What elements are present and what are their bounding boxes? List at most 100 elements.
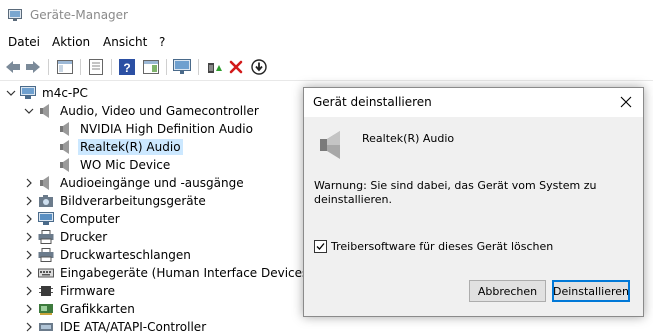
speaker-icon: [38, 176, 54, 190]
tree-item-label: IDE ATA/ATAPI-Controller: [60, 320, 207, 334]
scan-hardware-button[interactable]: [173, 58, 191, 76]
tree-item-printers[interactable]: Drucker: [22, 228, 109, 246]
dialog-warning-text: Warnung: Sie sind dabei, das Gerät vom S…: [314, 179, 597, 206]
chevron-right-icon[interactable]: [22, 320, 36, 334]
speaker-icon: [320, 131, 340, 159]
tree-item-label: NVIDIA High Definition Audio: [80, 122, 253, 136]
toolbar-separator: [48, 59, 49, 75]
download-icon: [251, 59, 267, 75]
properties-button[interactable]: [87, 58, 105, 76]
svg-text:?: ?: [123, 61, 130, 75]
chevron-right-icon[interactable]: [22, 302, 36, 316]
tree-item-label: Drucker: [60, 230, 108, 244]
uninstall-dialog: Gerät deinstallieren Realtek(R) Audio Wa…: [303, 87, 644, 317]
speaker-icon: [38, 104, 54, 118]
camera-icon: [38, 194, 54, 208]
download-button[interactable]: [250, 58, 268, 76]
tree-item-firmware[interactable]: Firmware: [22, 282, 117, 300]
toolbar: ?: [0, 54, 653, 80]
chevron-right-icon[interactable]: [22, 230, 36, 244]
monitor-icon: [38, 212, 54, 226]
device-manager-app-icon: [8, 9, 22, 21]
forward-button[interactable]: [24, 58, 42, 76]
show-hide-tree-button[interactable]: [56, 58, 74, 76]
tree-item-graphics[interactable]: Grafikkarten: [22, 300, 137, 318]
view-icon: [143, 60, 159, 74]
menu-bar: Datei Aktion Ansicht ?: [0, 32, 653, 52]
window-titlebar: Geräte-Manager: [0, 0, 653, 32]
tree-item-print-queues[interactable]: Druckwarteschlangen: [22, 246, 193, 264]
back-icon: [6, 61, 20, 73]
printer-icon: [38, 248, 54, 262]
tree-item-ide[interactable]: IDE ATA/ATAPI-Controller: [22, 318, 208, 336]
computer-icon: [20, 86, 36, 100]
update-driver-icon: [208, 63, 222, 73]
chevron-right-icon[interactable]: [22, 212, 36, 226]
tree-item-imaging[interactable]: Bildverarbeitungsgeräte: [22, 192, 208, 210]
printer-icon: [38, 230, 54, 244]
forward-icon: [26, 61, 40, 73]
tree-item-label: Computer: [60, 212, 120, 226]
window-title: Geräte-Manager: [30, 8, 128, 22]
ide-controller-icon: [38, 320, 54, 334]
menu-aktion[interactable]: Aktion: [52, 35, 90, 49]
chevron-right-icon[interactable]: [22, 284, 36, 298]
properties-icon: [89, 59, 103, 75]
display-adapter-icon: [38, 302, 54, 316]
chevron-down-icon[interactable]: [4, 86, 18, 100]
tree-item-label: Bildverarbeitungsgeräte: [60, 194, 206, 208]
help-icon: ?: [119, 59, 135, 75]
speaker-icon: [58, 122, 74, 136]
tree-child-realtek[interactable]: Realtek(R) Audio: [58, 138, 183, 156]
menu-datei[interactable]: Datei: [8, 35, 40, 49]
toolbar-divider: [0, 80, 653, 81]
uninstall-button[interactable]: [227, 58, 245, 76]
tree-root[interactable]: m4c-PC: [4, 84, 90, 102]
tree-item-label: WO Mic Device: [80, 158, 171, 172]
toolbar-separator: [166, 59, 167, 75]
back-button[interactable]: [4, 58, 22, 76]
checkmark-icon: [316, 243, 325, 250]
tree-item-hid[interactable]: Eingabegeräte (Human Interface Devices): [22, 264, 315, 282]
uninstall-icon: [229, 60, 243, 74]
tree-item-audio-io[interactable]: Audioeingänge und -ausgänge: [22, 174, 246, 192]
tree-item-label: Audioeingänge und -ausgänge: [60, 176, 244, 190]
chevron-right-icon[interactable]: [22, 266, 36, 280]
action-view-button[interactable]: [142, 58, 160, 76]
tree-item-computer[interactable]: Computer: [22, 210, 122, 228]
delete-driver-checkbox-label: Treibersoftware für dieses Gerät löschen: [331, 240, 554, 253]
tree-item-label: Audio, Video und Gamecontroller: [60, 104, 259, 118]
scan-hardware-icon: [173, 59, 191, 74]
tree-item-label: Firmware: [60, 284, 115, 298]
chevron-right-icon[interactable]: [22, 194, 36, 208]
console-tree-icon: [57, 60, 73, 74]
help-button[interactable]: ?: [118, 58, 136, 76]
dialog-titlebar: Gerät deinstallieren: [304, 88, 643, 117]
uninstall-confirm-button[interactable]: Deinstallieren: [552, 280, 630, 302]
delete-driver-checkbox-row[interactable]: Treibersoftware für dieses Gerät löschen: [314, 240, 553, 253]
tree-item-label: Realtek(R) Audio: [78, 139, 183, 155]
tree-item-label: Eingabegeräte (Human Interface Devices): [60, 266, 313, 280]
speaker-icon: [58, 158, 74, 172]
chip-icon: [38, 284, 54, 298]
dialog-device-name: Realtek(R) Audio: [362, 132, 455, 145]
menu-help[interactable]: ?: [159, 35, 165, 49]
close-icon: [620, 96, 632, 108]
cancel-button[interactable]: Abbrechen: [469, 280, 546, 302]
tree-item-label: Grafikkarten: [60, 302, 135, 316]
tree-child-nvidia[interactable]: NVIDIA High Definition Audio: [58, 120, 255, 138]
keyboard-icon: [38, 266, 54, 280]
dialog-close-button[interactable]: [613, 91, 639, 113]
toolbar-separator: [80, 59, 81, 75]
toolbar-separator: [111, 59, 112, 75]
tree-child-womic[interactable]: WO Mic Device: [58, 156, 172, 174]
chevron-down-icon[interactable]: [22, 104, 36, 118]
tree-item-audio[interactable]: Audio, Video und Gamecontroller: [22, 102, 261, 120]
menu-ansicht[interactable]: Ansicht: [103, 35, 147, 49]
tree-root-label: m4c-PC: [42, 86, 88, 100]
chevron-right-icon[interactable]: [22, 176, 36, 190]
toolbar-separator: [198, 59, 199, 75]
delete-driver-checkbox[interactable]: [314, 240, 327, 253]
chevron-right-icon[interactable]: [22, 248, 36, 262]
update-driver-button[interactable]: [205, 58, 223, 76]
